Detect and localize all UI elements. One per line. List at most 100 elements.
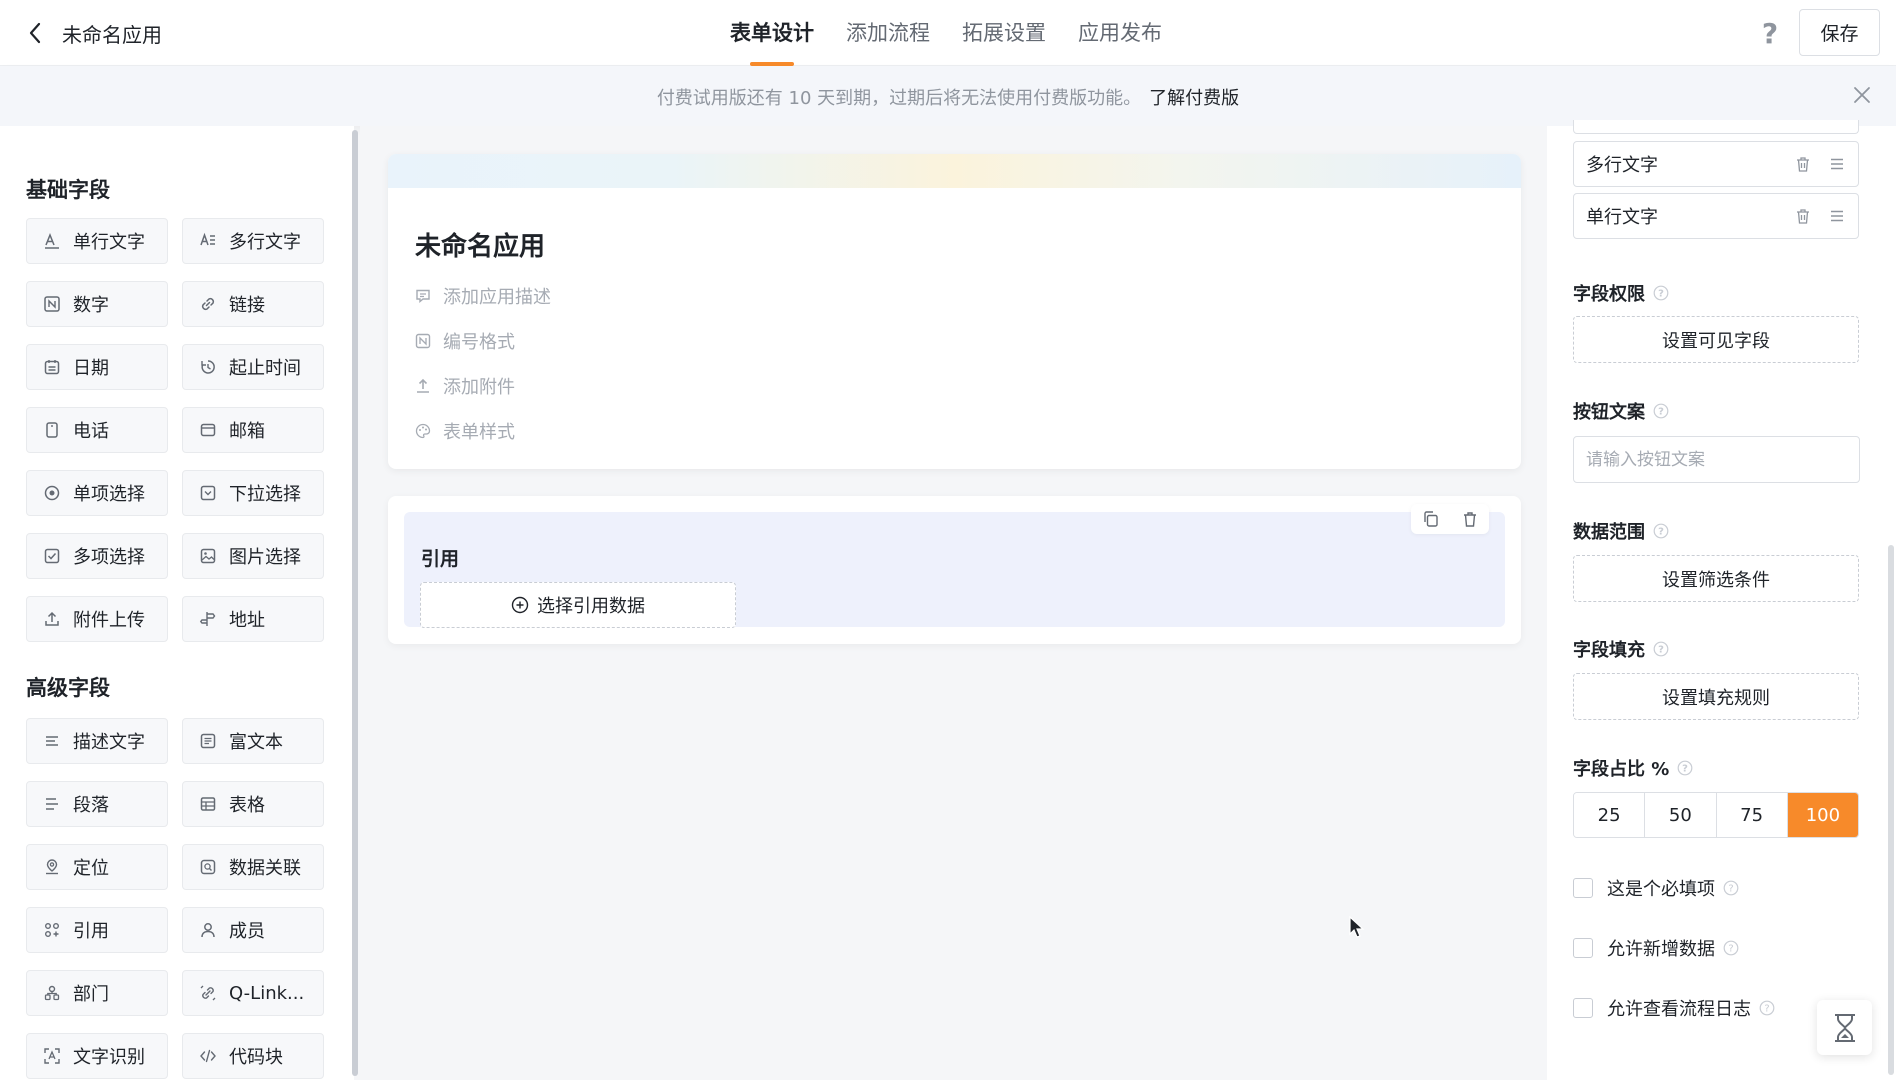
field-email[interactable]: 邮箱 bbox=[182, 407, 324, 453]
dropdown-icon bbox=[200, 485, 216, 501]
copy-icon[interactable] bbox=[1422, 510, 1440, 528]
field-label: 成员 bbox=[229, 921, 265, 942]
field-ocr[interactable]: 文字识别 bbox=[26, 1033, 168, 1079]
field-dropdown[interactable]: 下拉选择 bbox=[182, 470, 324, 516]
option-row-label: 单行文字 bbox=[1586, 207, 1658, 228]
field-time-range[interactable]: 起止时间 bbox=[182, 344, 324, 390]
field-image-choice[interactable]: 图片选择 bbox=[182, 533, 324, 579]
set-filter-conditions-button[interactable]: 设置筛选条件 bbox=[1573, 555, 1859, 602]
field-table[interactable]: 表格 bbox=[182, 781, 324, 827]
history-button[interactable] bbox=[1817, 1000, 1872, 1055]
form-style-option[interactable]: 表单样式 bbox=[415, 418, 515, 444]
form-header-card[interactable]: 未命名应用 添加应用描述 编号格式 添加附件 表单样式 bbox=[388, 154, 1521, 469]
field-reference[interactable]: 引用 bbox=[26, 907, 168, 953]
allow-add-data-checkbox[interactable] bbox=[1573, 938, 1593, 958]
option-label: 表单样式 bbox=[443, 422, 515, 443]
field-multi-line-text[interactable]: 多行文字 bbox=[182, 218, 324, 264]
field-qlink[interactable]: Q-Link... bbox=[182, 970, 324, 1016]
ratio-option-50[interactable]: 50 bbox=[1645, 793, 1717, 837]
trash-icon[interactable] bbox=[1794, 207, 1812, 225]
field-member[interactable]: 成员 bbox=[182, 907, 324, 953]
ratio-option-100[interactable]: 100 bbox=[1787, 793, 1858, 837]
delete-icon[interactable] bbox=[1461, 510, 1479, 528]
trash-icon[interactable] bbox=[1794, 155, 1812, 173]
select-reference-data-button[interactable]: 选择引用数据 bbox=[420, 582, 736, 628]
svg-text:?: ? bbox=[1682, 764, 1688, 775]
help-icon[interactable]: ? bbox=[1755, 18, 1785, 48]
drag-handle-icon[interactable] bbox=[1828, 207, 1846, 225]
reference-field-selected[interactable]: 引用 选择引用数据 bbox=[404, 512, 1505, 628]
hourglass-icon bbox=[1834, 1013, 1855, 1042]
paragraph-icon bbox=[46, 798, 58, 810]
field-label: 数据关联 bbox=[229, 858, 301, 879]
add-attachment-option[interactable]: 添加附件 bbox=[415, 373, 515, 399]
button-text-input[interactable] bbox=[1573, 436, 1860, 483]
field-code-block[interactable]: 代码块 bbox=[182, 1033, 324, 1079]
set-fill-rules-button[interactable]: 设置填充规则 bbox=[1573, 673, 1859, 720]
field-label: 日期 bbox=[73, 358, 109, 379]
ratio-option-25[interactable]: 25 bbox=[1574, 793, 1646, 837]
field-location[interactable]: 定位 bbox=[26, 844, 168, 890]
required-checkbox[interactable] bbox=[1573, 878, 1593, 898]
field-description-text[interactable]: 描述文字 bbox=[26, 718, 168, 764]
add-description-option[interactable]: 添加应用描述 bbox=[415, 283, 551, 309]
field-single-line-text[interactable]: 单行文字 bbox=[26, 218, 168, 264]
allow-view-flow-log-checkbox[interactable] bbox=[1573, 998, 1593, 1018]
question-circle-icon[interactable]: ? bbox=[1653, 641, 1669, 657]
field-single-choice[interactable]: 单项选择 bbox=[26, 470, 168, 516]
field-label: 代码块 bbox=[229, 1047, 283, 1068]
field-label: 图片选择 bbox=[229, 547, 301, 568]
form-title[interactable]: 未命名应用 bbox=[415, 226, 545, 263]
question-circle-icon[interactable]: ? bbox=[1677, 760, 1693, 776]
tab-extension-settings[interactable]: 拓展设置 bbox=[962, 0, 1046, 66]
question-circle-icon[interactable]: ? bbox=[1653, 403, 1669, 419]
field-date[interactable]: 日期 bbox=[26, 344, 168, 390]
field-address[interactable]: 地址 bbox=[182, 596, 324, 642]
field-label: 表格 bbox=[229, 795, 265, 816]
learn-paid-version-link[interactable]: 了解付费版 bbox=[1149, 88, 1239, 109]
back-button[interactable] bbox=[20, 18, 50, 48]
right-scrollbar[interactable] bbox=[1888, 545, 1894, 1075]
reference-field-card[interactable]: 引用 选择引用数据 bbox=[388, 496, 1521, 644]
set-visible-fields-button[interactable]: 设置可见字段 bbox=[1573, 316, 1859, 363]
left-scrollbar[interactable] bbox=[352, 130, 358, 1076]
phone-icon bbox=[46, 422, 58, 438]
field-multi-choice[interactable]: 多项选择 bbox=[26, 533, 168, 579]
field-number[interactable]: 数字 bbox=[26, 281, 168, 327]
svg-text:?: ? bbox=[1658, 289, 1664, 300]
question-circle-icon[interactable]: ? bbox=[1723, 940, 1739, 956]
field-paragraph[interactable]: 段落 bbox=[26, 781, 168, 827]
option-row[interactable]: 多行文字 bbox=[1573, 141, 1859, 187]
question-circle-icon[interactable]: ? bbox=[1723, 880, 1739, 896]
field-label: 邮箱 bbox=[229, 421, 265, 442]
field-data-association[interactable]: 数据关联 bbox=[182, 844, 324, 890]
field-label: 单行文字 bbox=[73, 232, 145, 253]
question-circle-icon[interactable]: ? bbox=[1653, 523, 1669, 539]
ratio-option-75[interactable]: 75 bbox=[1716, 793, 1788, 837]
svg-text:?: ? bbox=[1658, 407, 1664, 418]
question-circle-icon[interactable]: ? bbox=[1653, 285, 1669, 301]
tab-add-flow[interactable]: 添加流程 bbox=[846, 0, 930, 66]
field-fill-title: 字段填充 ? bbox=[1573, 636, 1669, 662]
tab-app-publish[interactable]: 应用发布 bbox=[1078, 0, 1162, 66]
field-attachment-upload[interactable]: 附件上传 bbox=[26, 596, 168, 642]
close-icon[interactable] bbox=[1851, 84, 1873, 106]
field-label: 起止时间 bbox=[229, 358, 301, 379]
field-department[interactable]: 部门 bbox=[26, 970, 168, 1016]
save-button[interactable]: 保存 bbox=[1799, 9, 1880, 56]
radio-icon bbox=[44, 485, 60, 501]
drag-handle-icon[interactable] bbox=[1828, 155, 1846, 173]
notice-text-wrapper: 付费试用版还有 10 天到期，过期后将无法使用付费版功能。 了解付费版 bbox=[0, 84, 1896, 110]
option-row[interactable]: 单行文字 bbox=[1573, 193, 1859, 239]
svg-text:?: ? bbox=[1728, 884, 1733, 895]
field-rich-text[interactable]: 富文本 bbox=[182, 718, 324, 764]
field-link[interactable]: 链接 bbox=[182, 281, 324, 327]
question-circle-icon[interactable]: ? bbox=[1759, 1000, 1775, 1016]
number-format-option[interactable]: 编号格式 bbox=[415, 328, 515, 354]
reference-field-label: 引用 bbox=[421, 548, 460, 570]
field-label: 多行文字 bbox=[229, 232, 301, 253]
field-phone[interactable]: 电话 bbox=[26, 407, 168, 453]
tab-form-design[interactable]: 表单设计 bbox=[730, 0, 814, 66]
address-icon bbox=[199, 612, 216, 626]
date-icon bbox=[44, 360, 60, 375]
